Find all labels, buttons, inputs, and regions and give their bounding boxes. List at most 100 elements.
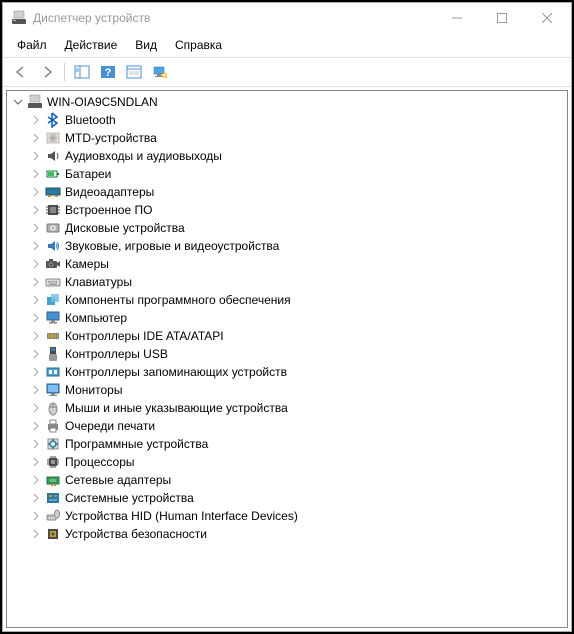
tree-row[interactable]: Компьютер — [27, 309, 565, 327]
category-label: Программные устройства — [65, 437, 208, 451]
display-adapter-icon — [45, 184, 61, 200]
expander-icon[interactable] — [29, 527, 43, 541]
tree-row[interactable]: Батареи — [27, 165, 565, 183]
expander-icon[interactable] — [29, 473, 43, 487]
bluetooth-icon — [45, 112, 61, 128]
tree-row[interactable]: Устройства безопасности — [27, 525, 565, 543]
tree-row[interactable]: Аудиовходы и аудиовыходы — [27, 147, 565, 165]
tree-row[interactable]: Контроллеры USB — [27, 345, 565, 363]
expander-icon[interactable] — [29, 203, 43, 217]
software-device-icon — [45, 436, 61, 452]
category-label: Клавиатуры — [65, 275, 132, 289]
monitor-icon — [45, 382, 61, 398]
app-icon — [11, 10, 27, 26]
tree-row[interactable]: Программные устройства — [27, 435, 565, 453]
expander-icon[interactable] — [29, 365, 43, 379]
tree-row[interactable]: Контроллеры запоминающих устройств — [27, 363, 565, 381]
forward-button[interactable] — [35, 61, 59, 83]
maximize-button[interactable] — [479, 4, 524, 33]
svg-text:?: ? — [105, 67, 112, 79]
tree-row[interactable]: Звуковые, игровые и видеоустройства — [27, 237, 565, 255]
expander-icon[interactable] — [29, 437, 43, 451]
expander-icon[interactable] — [29, 239, 43, 253]
tree-row[interactable]: MTD-устройства — [27, 129, 565, 147]
category-label: Мониторы — [65, 383, 122, 397]
expander-icon[interactable] — [29, 401, 43, 415]
menu-help[interactable]: Справка — [167, 35, 230, 55]
storage-controller-icon — [45, 364, 61, 380]
usb-icon — [45, 346, 61, 362]
tree-row[interactable]: Bluetooth — [27, 111, 565, 129]
network-icon — [45, 472, 61, 488]
category-label: Контроллеры USB — [65, 347, 168, 361]
category-label: Звуковые, игровые и видеоустройства — [65, 239, 279, 253]
toolbar: ? — [3, 57, 571, 87]
software-component-icon — [45, 292, 61, 308]
category-label: Встроенное ПО — [65, 203, 152, 217]
scan-hardware-button[interactable] — [148, 61, 172, 83]
tree-row[interactable]: Процессоры — [27, 453, 565, 471]
expander-icon[interactable] — [29, 257, 43, 271]
help-button[interactable]: ? — [96, 61, 120, 83]
back-button[interactable] — [9, 61, 33, 83]
tree-row[interactable]: Контроллеры IDE ATA/ATAPI — [27, 327, 565, 345]
camera-icon — [45, 256, 61, 272]
computer-icon — [27, 94, 43, 110]
menu-file[interactable]: Файл — [9, 35, 55, 55]
expander-icon[interactable] — [29, 347, 43, 361]
expander-icon[interactable] — [29, 131, 43, 145]
category-label: Контроллеры IDE ATA/ATAPI — [65, 329, 224, 343]
tree-row[interactable]: Дисковые устройства — [27, 219, 565, 237]
expander-icon[interactable] — [29, 311, 43, 325]
minimize-button[interactable] — [434, 4, 479, 33]
tree-root-node: WIN-OIA9C5NDLAN Bluetooth MTD-устройстваА… — [9, 93, 565, 543]
expander-icon[interactable] — [11, 95, 25, 109]
processor-icon — [45, 454, 61, 470]
tree-row[interactable]: Видеоадаптеры — [27, 183, 565, 201]
tree-row[interactable]: Встроенное ПО — [27, 201, 565, 219]
expander-icon[interactable] — [29, 185, 43, 199]
category-label: Мыши и иные указывающие устройства — [65, 401, 288, 415]
device-manager-window: Диспетчер устройств Файл Действие Вид Сп… — [2, 2, 572, 632]
close-button[interactable] — [524, 4, 569, 33]
menu-action[interactable]: Действие — [57, 35, 126, 55]
expander-icon[interactable] — [29, 491, 43, 505]
tree-row[interactable]: Камеры — [27, 255, 565, 273]
expander-icon[interactable] — [29, 221, 43, 235]
disk-icon — [45, 220, 61, 236]
menubar: Файл Действие Вид Справка — [3, 33, 571, 57]
tree-row[interactable]: Устройства HID (Human Interface Devices) — [27, 507, 565, 525]
category-label: Процессоры — [65, 455, 135, 469]
device-tree[interactable]: WIN-OIA9C5NDLAN Bluetooth MTD-устройстваА… — [6, 90, 568, 628]
properties-button[interactable] — [122, 61, 146, 83]
expander-icon[interactable] — [29, 275, 43, 289]
expander-icon[interactable] — [29, 329, 43, 343]
expander-icon[interactable] — [29, 455, 43, 469]
expander-icon[interactable] — [29, 149, 43, 163]
hid-icon — [45, 508, 61, 524]
expander-icon[interactable] — [29, 383, 43, 397]
tree-row[interactable]: Мыши и иные указывающие устройства — [27, 399, 565, 417]
tree-row[interactable]: WIN-OIA9C5NDLAN — [9, 93, 565, 111]
show-hide-console-tree-button[interactable] — [70, 61, 94, 83]
category-label: Bluetooth — [65, 113, 116, 127]
expander-icon[interactable] — [29, 509, 43, 523]
category-label: Контроллеры запоминающих устройств — [65, 365, 287, 379]
category-label: Очереди печати — [65, 419, 155, 433]
tree-row[interactable]: Компоненты программного обеспечения — [27, 291, 565, 309]
category-label: Дисковые устройства — [65, 221, 185, 235]
category-label: Батареи — [65, 167, 111, 181]
tree-row[interactable]: Мониторы — [27, 381, 565, 399]
expander-icon[interactable] — [29, 293, 43, 307]
root-label: WIN-OIA9C5NDLAN — [47, 95, 158, 109]
expander-icon[interactable] — [29, 167, 43, 181]
tree-row[interactable]: Клавиатуры — [27, 273, 565, 291]
tree-row[interactable]: Сетевые адаптеры — [27, 471, 565, 489]
menu-view[interactable]: Вид — [127, 35, 165, 55]
category-label: Камеры — [65, 257, 109, 271]
tree-row[interactable]: Системные устройства — [27, 489, 565, 507]
tree-row[interactable]: Очереди печати — [27, 417, 565, 435]
expander-icon[interactable] — [29, 113, 43, 127]
expander-icon[interactable] — [29, 419, 43, 433]
keyboard-icon — [45, 274, 61, 290]
